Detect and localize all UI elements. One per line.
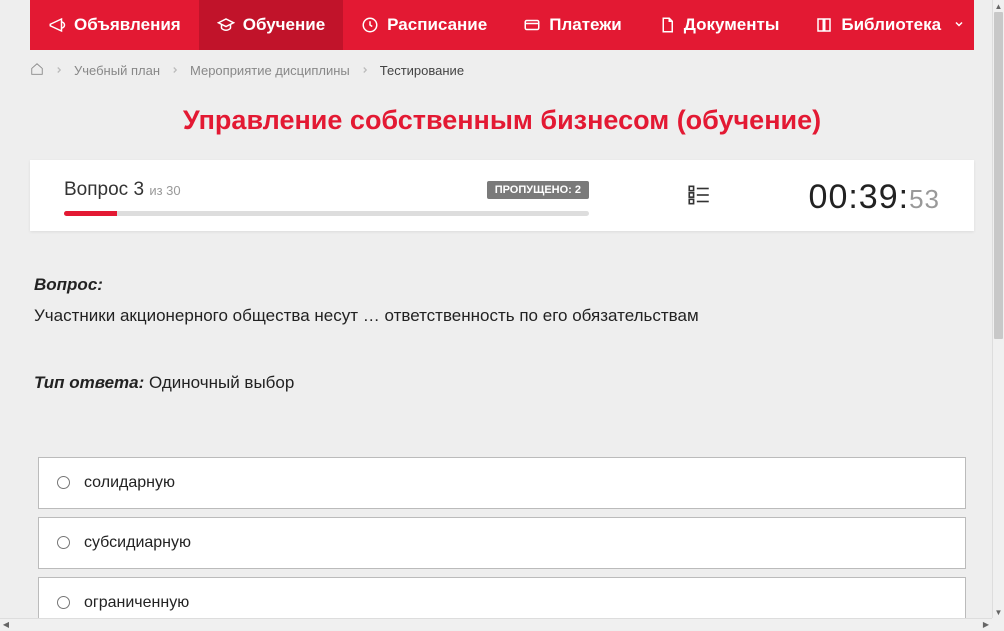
progress-fill bbox=[64, 211, 117, 216]
timer: 00:39:53 bbox=[809, 178, 940, 217]
quiz-status-panel: Вопрос 3 из 30 ПРОПУЩЕНО: 2 00 bbox=[30, 160, 974, 231]
chevron-down-icon bbox=[953, 15, 965, 35]
answer-option[interactable]: субсидиарную bbox=[38, 517, 966, 569]
breadcrumb-link[interactable]: Учебный план bbox=[74, 63, 160, 78]
answer-text: солидарную bbox=[84, 474, 175, 492]
chevron-right-icon bbox=[54, 63, 64, 78]
answer-type: Тип ответа: Одиночный выбор bbox=[34, 373, 970, 393]
scroll-right-arrow[interactable]: ▶ bbox=[980, 619, 992, 631]
scroll-thumb[interactable] bbox=[994, 12, 1003, 339]
nav-label: Платежи bbox=[549, 15, 622, 35]
scroll-corner bbox=[992, 618, 1004, 630]
breadcrumb-current: Тестирование bbox=[380, 63, 464, 78]
answers-list: солидарную субсидиарную ограниченную bbox=[30, 457, 974, 619]
home-icon[interactable] bbox=[30, 62, 44, 79]
breadcrumb: Учебный план Мероприятие дисциплины Тест… bbox=[30, 50, 974, 91]
nav-label: Документы bbox=[684, 15, 780, 35]
answer-option[interactable]: ограниченную bbox=[38, 577, 966, 619]
cap-icon bbox=[217, 16, 235, 34]
question-number: Вопрос 3 из 30 bbox=[64, 179, 181, 201]
vertical-scrollbar[interactable]: ▲ ▼ bbox=[992, 0, 1004, 618]
question-text: Участники акционерного общества несут … … bbox=[34, 303, 970, 329]
scroll-down-arrow[interactable]: ▼ bbox=[993, 606, 1004, 618]
scroll-left-arrow[interactable]: ◀ bbox=[0, 619, 12, 631]
nav-schedule[interactable]: Расписание bbox=[343, 0, 505, 50]
nav-label: Объявления bbox=[74, 15, 181, 35]
scroll-track[interactable] bbox=[993, 12, 1004, 606]
answer-text: ограниченную bbox=[84, 594, 189, 612]
answer-radio[interactable] bbox=[57, 536, 70, 549]
card-icon bbox=[523, 16, 541, 34]
progress-bar bbox=[64, 211, 589, 216]
clock-icon bbox=[361, 16, 379, 34]
answer-text: субсидиарную bbox=[84, 534, 191, 552]
breadcrumb-link[interactable]: Мероприятие дисциплины bbox=[190, 63, 350, 78]
nav-documents[interactable]: Документы bbox=[640, 0, 798, 50]
scroll-up-arrow[interactable]: ▲ bbox=[993, 0, 1004, 12]
nav-label: Расписание bbox=[387, 15, 487, 35]
skipped-badge: ПРОПУЩЕНО: 2 bbox=[487, 181, 589, 199]
answer-radio[interactable] bbox=[57, 476, 70, 489]
nav-education[interactable]: Обучение bbox=[199, 0, 343, 50]
question-block: Вопрос: Участники акционерного общества … bbox=[30, 275, 974, 393]
question-label: Вопрос: bbox=[34, 275, 970, 295]
chevron-right-icon bbox=[170, 63, 180, 78]
book-icon bbox=[815, 16, 833, 34]
chevron-right-icon bbox=[360, 63, 370, 78]
question-list-icon[interactable] bbox=[686, 182, 712, 213]
doc-icon bbox=[658, 16, 676, 34]
top-nav: Объявления Обучение Расписание Платежи Д… bbox=[30, 0, 974, 50]
page-title: Управление собственным бизнесом (обучени… bbox=[30, 105, 974, 136]
nav-announcements[interactable]: Объявления bbox=[30, 0, 199, 50]
nav-label: Обучение bbox=[243, 15, 325, 35]
answer-radio[interactable] bbox=[57, 596, 70, 609]
nav-label: Библиотека bbox=[841, 15, 941, 35]
nav-payments[interactable]: Платежи bbox=[505, 0, 640, 50]
horizontal-scrollbar[interactable]: ◀ ▶ bbox=[0, 618, 992, 630]
megaphone-icon bbox=[48, 16, 66, 34]
answer-option[interactable]: солидарную bbox=[38, 457, 966, 509]
nav-library[interactable]: Библиотека bbox=[797, 0, 983, 50]
